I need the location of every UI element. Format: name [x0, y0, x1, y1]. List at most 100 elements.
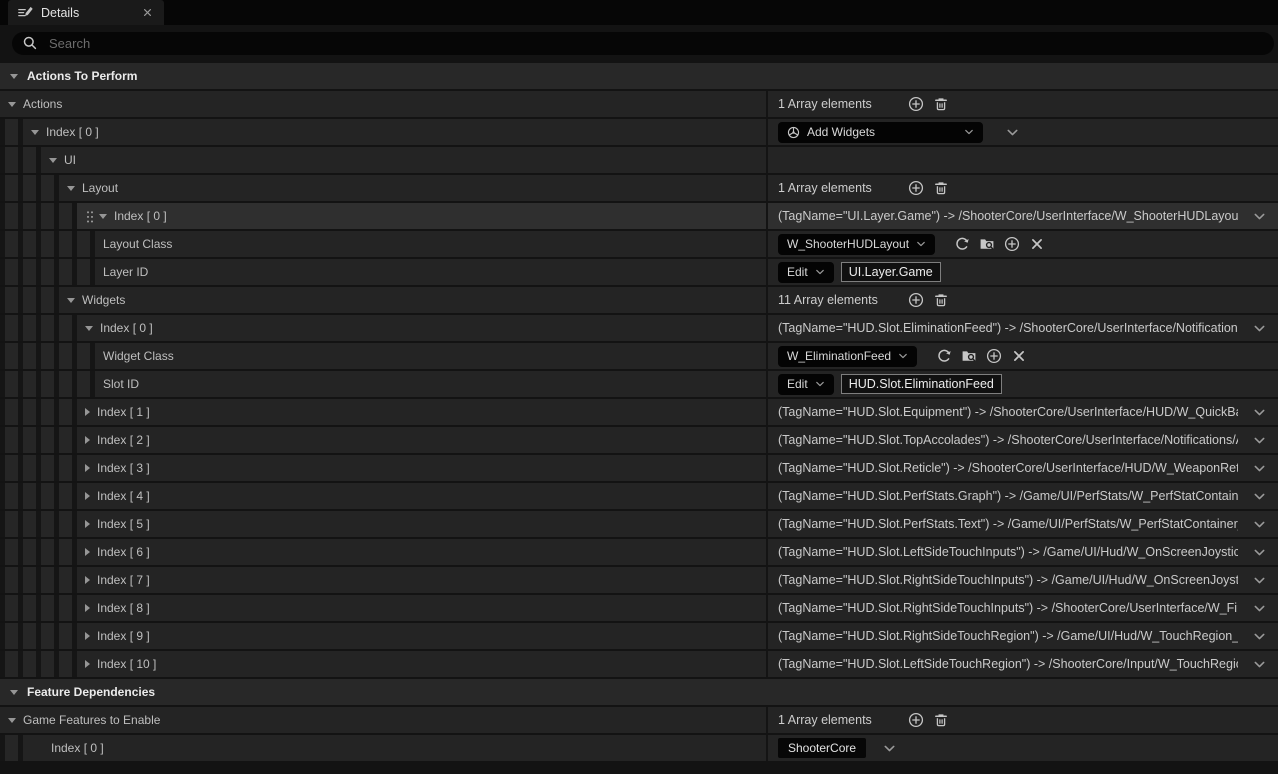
row-index-5[interactable]: Index [ 5 ](TagName="HUD.Slot.PerfStats.…: [0, 511, 1278, 537]
name-column: Index [ 5 ]: [0, 511, 766, 537]
expander-open-icon[interactable]: [8, 718, 16, 723]
expander-collapsed-icon[interactable]: [85, 576, 90, 584]
combobox-chevron-icon[interactable]: [883, 742, 896, 755]
row-index-4[interactable]: Index [ 4 ](TagName="HUD.Slot.PerfStats.…: [0, 483, 1278, 509]
row-options-chevron-icon[interactable]: [1253, 658, 1266, 671]
row-options-chevron-icon[interactable]: [1253, 210, 1266, 223]
indent-guide: [18, 483, 36, 509]
row-index-0[interactable]: Index [ 0 ](TagName="HUD.Slot.Eliminatio…: [0, 315, 1278, 341]
expander-collapsed-icon[interactable]: [85, 464, 90, 472]
expander-open-icon[interactable]: [49, 158, 57, 163]
expander-collapsed-icon[interactable]: [85, 604, 90, 612]
tag-summary-value: (TagName="HUD.Slot.Reticle") -> /Shooter…: [778, 461, 1238, 475]
empty-array-icon[interactable]: [933, 292, 949, 308]
details-tab[interactable]: Details: [8, 0, 164, 25]
row-options-chevron-icon[interactable]: [1253, 322, 1266, 335]
clear-reference-icon[interactable]: [1029, 236, 1045, 252]
row-options-chevron-icon[interactable]: [1253, 630, 1266, 643]
clear-reference-icon[interactable]: [1011, 348, 1027, 364]
gameplay-tag-value-field[interactable]: UI.Layer.Game: [841, 262, 941, 282]
indent-guide: [36, 651, 54, 677]
feature-name-field[interactable]: ShooterCore: [778, 738, 866, 758]
action-type-combobox[interactable]: Add Widgets: [778, 122, 983, 143]
browse-to-asset-icon[interactable]: [979, 236, 995, 252]
expander-open-icon[interactable]: [67, 298, 75, 303]
expander-collapsed-icon[interactable]: [85, 436, 90, 444]
details-icon: [17, 5, 33, 21]
row-options-chevron-icon[interactable]: [1253, 490, 1266, 503]
add-reference-icon[interactable]: [986, 348, 1002, 364]
add-element-icon[interactable]: [908, 292, 924, 308]
row-layout[interactable]: Layout1 Array elements: [0, 175, 1278, 201]
row-name: Layout: [54, 175, 766, 201]
row-widgets[interactable]: Widgets11 Array elements: [0, 287, 1278, 313]
class-combobox[interactable]: W_ShooterHUDLayout: [778, 234, 935, 255]
tag-summary-value: (TagName="UI.Layer.Game") -> /ShooterCor…: [778, 209, 1238, 223]
row-index-2[interactable]: Index [ 2 ](TagName="HUD.Slot.TopAccolad…: [0, 427, 1278, 453]
add-element-icon[interactable]: [908, 180, 924, 196]
row-layer-id[interactable]: Layer IDEditUI.Layer.Game: [0, 259, 1278, 285]
expander-collapsed-icon[interactable]: [85, 492, 90, 500]
row-layout-class[interactable]: Layout ClassW_ShooterHUDLayout: [0, 231, 1278, 257]
row-index-0[interactable]: Index [ 0 ] (TagName="UI.Layer.Game") -> …: [0, 203, 1278, 229]
expander-collapsed-icon[interactable]: [85, 548, 90, 556]
row-ui[interactable]: UI: [0, 147, 1278, 173]
row-index-0[interactable]: Index [ 0 ]ShooterCore: [0, 735, 1278, 761]
edit-tag-button[interactable]: Edit: [778, 262, 834, 283]
empty-array-icon[interactable]: [933, 712, 949, 728]
expander-collapsed-icon[interactable]: [85, 660, 90, 668]
expander-open-icon[interactable]: [10, 74, 18, 79]
row-options-chevron-icon[interactable]: [1253, 546, 1266, 559]
expander-open-icon[interactable]: [10, 690, 18, 695]
row-widget-class[interactable]: Widget Class W_EliminationFeed: [0, 343, 1278, 369]
name-column: Widget Class: [0, 343, 766, 369]
expander-collapsed-icon[interactable]: [85, 520, 90, 528]
row-index-6[interactable]: Index [ 6 ](TagName="HUD.Slot.LeftSideTo…: [0, 539, 1278, 565]
category-actions-to-perform[interactable]: Actions To Perform: [0, 63, 1278, 89]
row-actions[interactable]: Actions1 Array elements: [0, 91, 1278, 117]
gameplay-tag-value-field[interactable]: HUD.Slot.EliminationFeed: [841, 374, 1002, 394]
expander-collapsed-icon[interactable]: [85, 632, 90, 640]
expander-open-icon[interactable]: [85, 326, 93, 331]
row-options-chevron-icon[interactable]: [1253, 406, 1266, 419]
edit-tag-button[interactable]: Edit: [778, 374, 834, 395]
expander-open-icon[interactable]: [31, 130, 39, 135]
expander-open-icon[interactable]: [8, 102, 16, 107]
browse-to-asset-icon[interactable]: [961, 348, 977, 364]
indent-guide: [54, 567, 72, 593]
empty-array-icon[interactable]: [933, 96, 949, 112]
row-index-0[interactable]: Index [ 0 ]Add Widgets: [0, 119, 1278, 145]
name-column: Index [ 9 ]: [0, 623, 766, 649]
add-element-icon[interactable]: [908, 96, 924, 112]
row-options-chevron-icon[interactable]: [1253, 518, 1266, 531]
expander-collapsed-icon[interactable]: [85, 408, 90, 416]
use-selected-asset-icon[interactable]: [936, 348, 952, 364]
search-input[interactable]: [47, 35, 1270, 52]
row-slot-id[interactable]: Slot IDEditHUD.Slot.EliminationFeed: [0, 371, 1278, 397]
expander-open-icon[interactable]: [67, 186, 75, 191]
row-index-8[interactable]: Index [ 8 ](TagName="HUD.Slot.RightSideT…: [0, 595, 1278, 621]
row-options-chevron-icon[interactable]: [1253, 602, 1266, 615]
empty-array-icon[interactable]: [933, 180, 949, 196]
row-index-10[interactable]: Index [ 10 ](TagName="HUD.Slot.LeftSideT…: [0, 651, 1278, 677]
row-game-features-to-enable[interactable]: Game Features to Enable1 Array elements: [0, 707, 1278, 733]
add-element-icon[interactable]: [908, 712, 924, 728]
drag-handle-icon[interactable]: [85, 209, 93, 223]
row-options-chevron-icon[interactable]: [1006, 126, 1019, 139]
property-label: UI: [64, 153, 76, 167]
row-index-1[interactable]: Index [ 1 ](TagName="HUD.Slot.Equipment"…: [0, 399, 1278, 425]
expander-open-icon[interactable]: [99, 214, 107, 219]
row-options-chevron-icon[interactable]: [1253, 434, 1266, 447]
chevron-down-icon: [916, 239, 926, 249]
row-index-7[interactable]: Index [ 7 ](TagName="HUD.Slot.RightSideT…: [0, 567, 1278, 593]
add-reference-icon[interactable]: [1004, 236, 1020, 252]
row-index-3[interactable]: Index [ 3 ](TagName="HUD.Slot.Reticle") …: [0, 455, 1278, 481]
row-options-chevron-icon[interactable]: [1253, 574, 1266, 587]
class-combobox[interactable]: W_EliminationFeed: [778, 346, 917, 367]
row-options-chevron-icon[interactable]: [1253, 462, 1266, 475]
use-selected-asset-icon[interactable]: [954, 236, 970, 252]
name-column: Index [ 0 ]: [0, 203, 766, 229]
close-icon[interactable]: [141, 6, 154, 19]
row-index-9[interactable]: Index [ 9 ](TagName="HUD.Slot.RightSideT…: [0, 623, 1278, 649]
category-feature-dependencies[interactable]: Feature Dependencies: [0, 679, 1278, 705]
